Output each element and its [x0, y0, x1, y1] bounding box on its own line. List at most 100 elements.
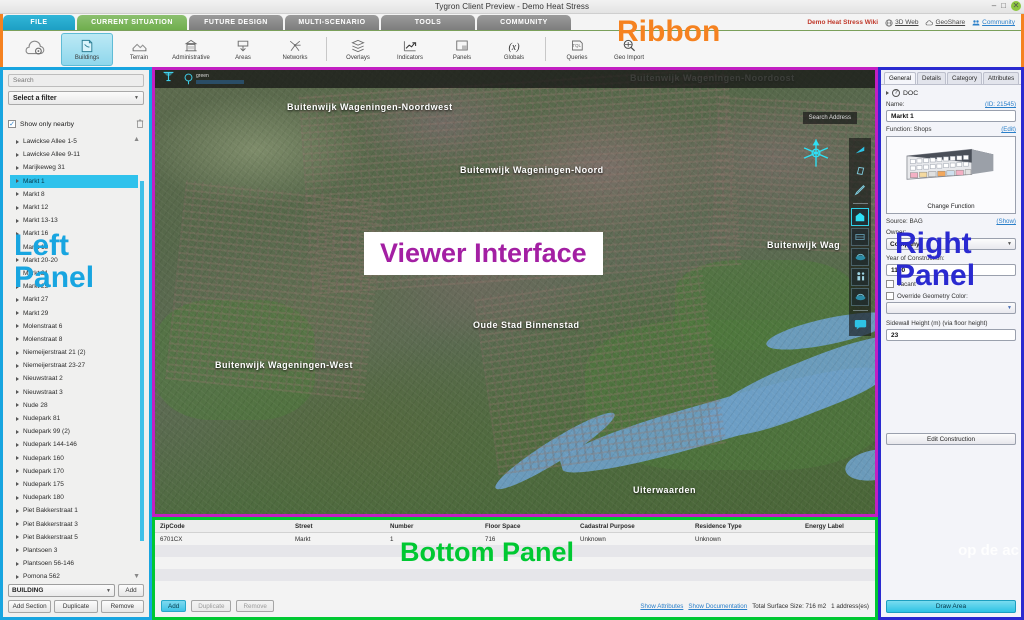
table-column-header[interactable]: Cadastral Purpose [575, 520, 690, 532]
community-link[interactable]: Community [972, 19, 1015, 27]
expand-triangle-icon[interactable] [16, 324, 19, 329]
expand-triangle-icon[interactable] [16, 165, 19, 170]
trash-icon[interactable] [136, 119, 144, 130]
close-button[interactable]: ✕ [1011, 1, 1021, 11]
tab-attributes[interactable]: Attributes [983, 72, 1020, 84]
table-column-header[interactable]: Floor Space [480, 520, 575, 532]
expand-triangle-icon[interactable] [16, 218, 19, 223]
vacant-row[interactable]: Vacant [886, 280, 1016, 288]
expand-triangle-icon[interactable] [16, 245, 19, 250]
table-column-header[interactable]: Number [385, 520, 480, 532]
list-item[interactable]: Markt 25 [8, 280, 144, 293]
table-add-button[interactable]: Add [161, 600, 187, 612]
list-item[interactable]: Niemeijerstraat 21 (2) [8, 346, 144, 359]
object-type-select[interactable]: BUILDING ▼ [8, 584, 115, 597]
ribbon-item-queries[interactable]: TQL Queries [551, 32, 603, 67]
expand-triangle-icon[interactable] [16, 363, 19, 368]
expand-triangle-icon[interactable] [16, 311, 19, 316]
expand-triangle-icon[interactable] [16, 548, 19, 553]
owner-select[interactable]: Company ▼ [886, 238, 1016, 250]
polygon-icon[interactable] [851, 161, 869, 179]
help-icon[interactable]: ? [892, 89, 900, 97]
ribbon-item-buildings[interactable]: Buildings [61, 32, 113, 66]
expand-triangle-icon[interactable] [16, 429, 19, 434]
list-item[interactable]: Plantsoen 3 [8, 544, 144, 557]
web3d-link[interactable]: 3D Web [885, 18, 918, 27]
expand-triangle-icon[interactable] [16, 376, 19, 381]
expand-triangle-icon[interactable] [16, 482, 19, 487]
ribbon-item-overlays[interactable]: Overlays [332, 32, 384, 67]
expand-triangle-icon[interactable] [16, 284, 19, 289]
list-scroll-down-icon[interactable]: ▼ [133, 573, 140, 580]
list-item[interactable]: Nudepark 144-146 [8, 438, 144, 451]
list-scroll-up-icon[interactable]: ▲ [133, 136, 140, 143]
search-address-button[interactable]: Search Address [802, 112, 857, 124]
list-item[interactable]: Markt 19 [8, 241, 144, 254]
list-scrollbar[interactable] [140, 135, 144, 581]
minimize-button[interactable]: – [992, 1, 996, 11]
table-row-empty[interactable] [155, 581, 875, 593]
list-item[interactable]: Plantsoen 56-146 [8, 557, 144, 570]
expand-triangle-icon[interactable] [16, 231, 19, 236]
list-item[interactable]: Nudepark 170 [8, 465, 144, 478]
list-item[interactable]: Markt 8 [8, 188, 144, 201]
list-item[interactable]: Nude 28 [8, 399, 144, 412]
expand-triangle-icon[interactable] [16, 139, 19, 144]
list-item[interactable]: Nudepark 99 (2) [8, 425, 144, 438]
doc-toggle[interactable]: ? DOC [886, 89, 1016, 97]
top-view-icon[interactable] [851, 248, 869, 266]
edit-construction-button[interactable]: Edit Construction [886, 433, 1016, 445]
pencil-icon[interactable] [851, 181, 869, 199]
override-color-checkbox[interactable] [886, 292, 894, 300]
tab-category[interactable]: Category [946, 72, 983, 84]
add-button[interactable]: Add [118, 584, 144, 597]
name-field[interactable]: Markt 1 [886, 110, 1016, 122]
tab-current-situation[interactable]: CURRENT SITUATION [77, 15, 187, 30]
list-item[interactable]: Nudepark 81 [8, 412, 144, 425]
ribbon-item-globals[interactable]: (x) Globals [488, 32, 540, 67]
list-item[interactable]: Nieuwstraat 3 [8, 386, 144, 399]
change-function-button[interactable]: Change Function [927, 203, 974, 211]
filter-icon[interactable] [162, 70, 175, 88]
show-only-nearby-checkbox[interactable]: ✓ [8, 120, 16, 128]
expand-triangle-icon[interactable] [16, 535, 19, 540]
expand-triangle-icon[interactable] [16, 495, 19, 500]
list-item[interactable]: Markt 20-20 [8, 254, 144, 267]
list-item[interactable]: Nieuwstraat 2 [8, 372, 144, 385]
ribbon-item-project[interactable] [9, 32, 61, 67]
person-view-icon[interactable] [851, 268, 869, 286]
draw-area-button[interactable]: Draw Area [886, 600, 1016, 613]
list-item[interactable]: Markt 29 [8, 306, 144, 319]
tab-file[interactable]: FILE [3, 15, 75, 30]
green-balloon-indicator[interactable]: green [183, 73, 244, 85]
list-item[interactable]: Piet Bakkerstraat 5 [8, 531, 144, 544]
table-column-header[interactable]: Street [290, 520, 385, 532]
expand-triangle-icon[interactable] [16, 258, 19, 263]
expand-triangle-icon[interactable] [16, 574, 19, 579]
list-item[interactable]: Nudepark 160 [8, 452, 144, 465]
list-item[interactable]: Nudepark 175 [8, 478, 144, 491]
table-column-header[interactable]: ZipCode [155, 520, 290, 532]
table-row-empty[interactable] [155, 557, 875, 569]
search-input[interactable] [8, 74, 144, 87]
year-field[interactable]: 1100 [886, 264, 1016, 276]
list-scrollbar-thumb[interactable] [140, 181, 144, 541]
viewer-interface[interactable]: Buitenwijk Wageningen-NoordoostBuitenwij… [152, 67, 878, 517]
table-row-empty[interactable] [155, 545, 875, 557]
table-column-header[interactable]: Energy Label [800, 520, 875, 532]
list-item[interactable]: Molenstraat 6 [8, 320, 144, 333]
measure-flag-icon[interactable] [851, 141, 869, 159]
list-item[interactable]: Markt 12 [8, 201, 144, 214]
expand-triangle-icon[interactable] [16, 416, 19, 421]
tab-general[interactable]: General [884, 72, 917, 84]
expand-triangle-icon[interactable] [16, 456, 19, 461]
ribbon-item-terrain[interactable]: Terrain [113, 32, 165, 67]
expand-triangle-icon[interactable] [16, 205, 19, 210]
expand-triangle-icon[interactable] [16, 469, 19, 474]
list-item[interactable]: Markt 21 [8, 267, 144, 280]
function-edit-link[interactable]: (Edit) [1001, 126, 1016, 133]
list-item[interactable]: Markt 27 [8, 293, 144, 306]
table-body[interactable]: 6701CX Markt 1 716 Unknown Unknown [155, 533, 875, 593]
duplicate-button[interactable]: Duplicate [54, 600, 98, 613]
tab-details[interactable]: Details [917, 72, 946, 84]
